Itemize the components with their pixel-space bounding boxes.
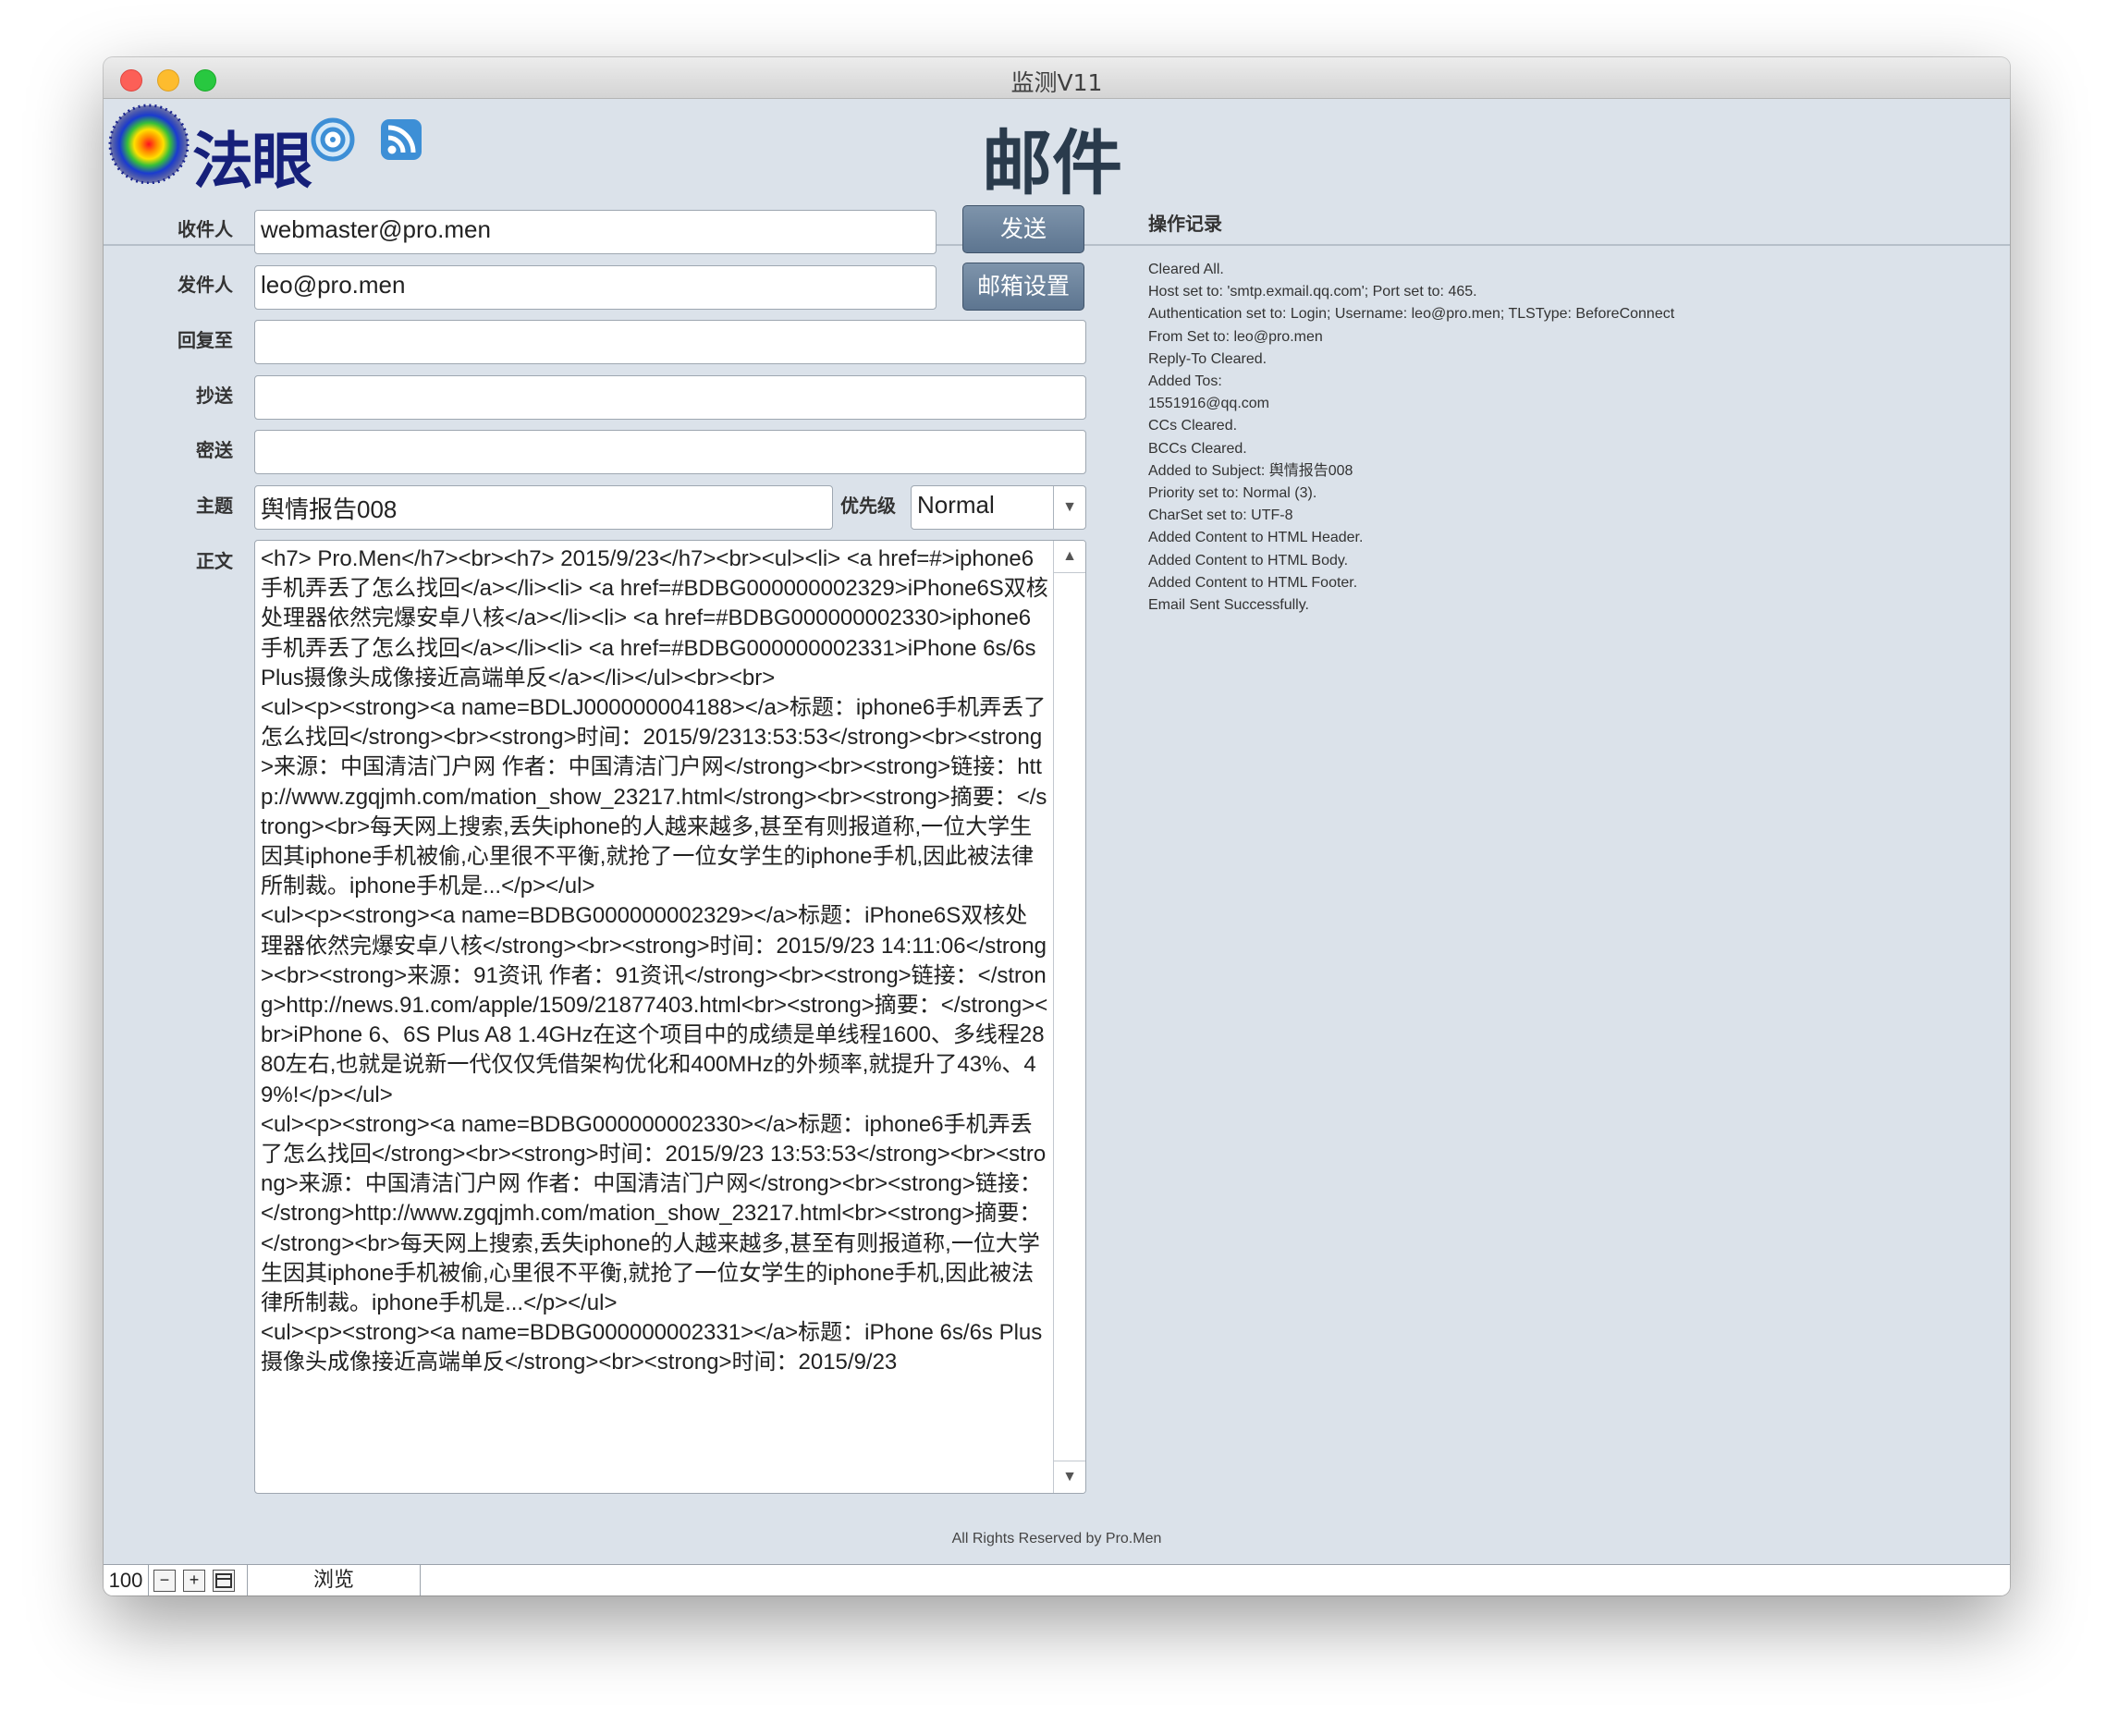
log-entry: Authentication set to: Login; Username: … — [1148, 306, 1675, 323]
chevron-down-icon[interactable]: ▼ — [1053, 486, 1085, 529]
mail-settings-button[interactable]: 邮箱设置 — [962, 263, 1084, 311]
zoom-in-icon[interactable]: + — [183, 1570, 205, 1592]
log-entry: From Set to: leo@pro.men — [1148, 328, 1323, 345]
log-entry: CharSet set to: UTF-8 — [1148, 507, 1293, 524]
log-entry: Added Content to HTML Footer. — [1148, 574, 1358, 591]
target-icon[interactable] — [311, 117, 355, 162]
page-title: 邮件 — [982, 122, 1122, 204]
log-entry: Added Tos: — [1148, 373, 1222, 390]
priority-select[interactable]: Normal ▼ — [911, 485, 1086, 530]
from-label: 发件人 — [178, 274, 233, 296]
status-bar: 100 − + 浏览 — [104, 1564, 2010, 1595]
log-entry: Reply-To Cleared. — [1148, 350, 1267, 367]
log-list: Cleared All. Host set to: 'smtp.exmail.q… — [1148, 259, 1980, 617]
cc-label: 抄送 — [196, 385, 233, 407]
log-entry: BCCs Cleared. — [1148, 440, 1247, 457]
to-field[interactable]: webmaster@pro.men — [254, 210, 937, 254]
log-entry: Added to Subject: 舆情报告008 — [1148, 462, 1353, 479]
logo-text: 法眼 — [192, 125, 312, 197]
log-entry: Added Content to HTML Header. — [1148, 530, 1364, 546]
send-button[interactable]: 发送 — [962, 205, 1084, 253]
subject-label: 主题 — [196, 495, 233, 517]
log-entry: Email Sent Successfully. — [1148, 597, 1309, 614]
log-entry: 1551916@qq.com — [1148, 396, 1269, 412]
log-entry: Added Content to HTML Body. — [1148, 552, 1349, 568]
log-entry: CCs Cleared. — [1148, 418, 1238, 434]
from-field[interactable]: leo@pro.men — [254, 265, 937, 310]
priority-label: 优先级 — [840, 495, 896, 517]
layout-icon[interactable] — [213, 1570, 235, 1592]
rss-icon[interactable] — [379, 117, 423, 162]
app-window: 监测V11 法眼 邮件 收件人 发件人 回复至 抄送 密送 主题 正文 webm… — [104, 57, 2010, 1595]
priority-value: Normal — [917, 491, 995, 519]
log-entry: Host set to: 'smtp.exmail.qq.com'; Port … — [1148, 284, 1477, 300]
body-textarea[interactable]: <h7> Pro.Men</h7><br><h7> 2015/9/23</h7>… — [254, 540, 1086, 1494]
eye-logo-icon — [108, 104, 190, 184]
reply-to-label: 回复至 — [178, 329, 233, 351]
log-title: 操作记录 — [1148, 213, 1222, 235]
tab-browse[interactable]: 浏览 — [247, 1565, 421, 1595]
body-label: 正文 — [196, 550, 233, 572]
copyright-text: All Rights Reserved by Pro.Men — [951, 1531, 1162, 1547]
bcc-field[interactable] — [254, 430, 1086, 474]
body-content[interactable]: <h7> Pro.Men</h7><br><h7> 2015/9/23</h7>… — [261, 544, 1048, 1487]
cc-field[interactable] — [254, 375, 1086, 420]
zoom-level: 100 — [104, 1565, 149, 1595]
window-title: 监测V11 — [1010, 69, 1103, 96]
zoom-out-icon[interactable]: − — [153, 1570, 176, 1592]
scroll-up-icon[interactable]: ▲ — [1054, 541, 1085, 573]
bcc-label: 密送 — [196, 439, 233, 461]
to-label: 收件人 — [178, 218, 233, 240]
scroll-down-icon[interactable]: ▼ — [1054, 1461, 1085, 1493]
title-bar: 监测V11 — [104, 57, 2010, 99]
log-entry: Priority set to: Normal (3). — [1148, 485, 1317, 502]
log-entry: Cleared All. — [1148, 262, 1224, 277]
reply-to-field[interactable] — [254, 320, 1086, 364]
subject-field[interactable]: 舆情报告008 — [254, 485, 833, 530]
body-scrollbar[interactable]: ▲ ▼ — [1053, 541, 1085, 1493]
